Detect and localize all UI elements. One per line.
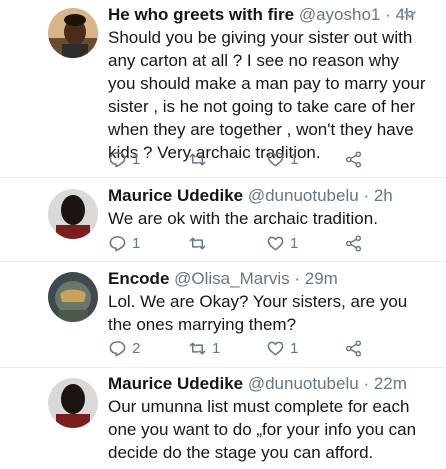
heart-icon [267, 341, 284, 355]
tweet-text: Lol. We are Okay? Your sisters, are you … [108, 292, 408, 334]
tweet-header: Encode @Olisa_Marvis · 29m [108, 268, 430, 289]
timestamp[interactable]: · 2h [363, 186, 392, 205]
timestamp[interactable]: · 22m [363, 374, 406, 393]
tweet-actions: 1 1 [108, 233, 368, 253]
avatar[interactable] [48, 189, 98, 239]
tweet[interactable]: Maurice Udedike @dunuotubelu · 2h We are… [0, 178, 446, 261]
reply-button[interactable]: 1 [108, 233, 140, 253]
like-count: 1 [290, 234, 299, 252]
tweet[interactable]: He who greets with fire @ayosho1 · 4h Sh… [0, 0, 446, 178]
username[interactable]: @ayosho1 [299, 5, 381, 24]
tweet-text: Our umunna list must complete for each o… [108, 397, 417, 462]
like-button[interactable]: 1 [266, 338, 298, 358]
tweet[interactable]: Encode @Olisa_Marvis · 29m Lol. We are O… [0, 262, 446, 368]
reply-button[interactable]: 1 [108, 149, 140, 169]
retweet-button[interactable]: 1 [188, 338, 220, 358]
reply-icon [109, 151, 126, 167]
chevron-down-icon[interactable] [402, 7, 418, 23]
display-name[interactable]: Encode [108, 269, 169, 288]
share-icon [345, 150, 362, 168]
retweet-icon [189, 153, 206, 165]
share-icon [345, 339, 362, 357]
avatar[interactable] [48, 272, 98, 322]
avatar[interactable] [48, 8, 98, 58]
tweet-text: Should you be giving your sister out wit… [108, 28, 426, 162]
avatar[interactable] [48, 378, 98, 428]
timestamp[interactable]: · 29m [294, 269, 337, 288]
like-count: 1 [290, 339, 299, 357]
heart-icon [267, 152, 284, 166]
retweet-button[interactable] [188, 233, 212, 253]
like-button[interactable]: 1 [266, 233, 298, 253]
username[interactable]: @dunuotubelu [248, 186, 359, 205]
retweet-icon [189, 237, 206, 249]
retweet-count: 1 [212, 339, 221, 357]
reply-icon [109, 235, 126, 251]
like-button[interactable]: 1 [266, 149, 298, 169]
share-button[interactable] [344, 149, 363, 169]
display-name[interactable]: He who greets with fire [108, 5, 294, 24]
share-button[interactable] [344, 338, 363, 358]
tweet-header: Maurice Udedike @dunuotubelu · 2h [108, 185, 430, 206]
share-icon [345, 234, 362, 252]
tweet[interactable]: Maurice Udedike @dunuotubelu · 22m Our u… [0, 368, 446, 469]
tweet-text: We are ok with the archaic tradition. [108, 209, 378, 228]
username[interactable]: @Olisa_Marvis [174, 269, 290, 288]
tweet-header: He who greets with fire @ayosho1 · 4h [108, 4, 430, 25]
retweet-button[interactable] [188, 149, 212, 169]
tweet-header: Maurice Udedike @dunuotubelu · 22m [108, 373, 430, 394]
reply-icon [109, 340, 126, 356]
reply-button[interactable]: 2 [108, 338, 140, 358]
share-button[interactable] [344, 233, 363, 253]
display-name[interactable]: Maurice Udedike [108, 186, 243, 205]
reply-count: 2 [132, 339, 141, 357]
reply-count: 1 [132, 234, 141, 252]
reply-count: 1 [132, 150, 141, 168]
username[interactable]: @dunuotubelu [248, 374, 359, 393]
tweet-actions: 1 1 [108, 149, 368, 169]
retweet-icon [189, 342, 206, 354]
heart-icon [267, 236, 284, 250]
tweet-actions: 2 1 1 [108, 338, 368, 358]
display-name[interactable]: Maurice Udedike [108, 374, 243, 393]
like-count: 1 [290, 150, 299, 168]
